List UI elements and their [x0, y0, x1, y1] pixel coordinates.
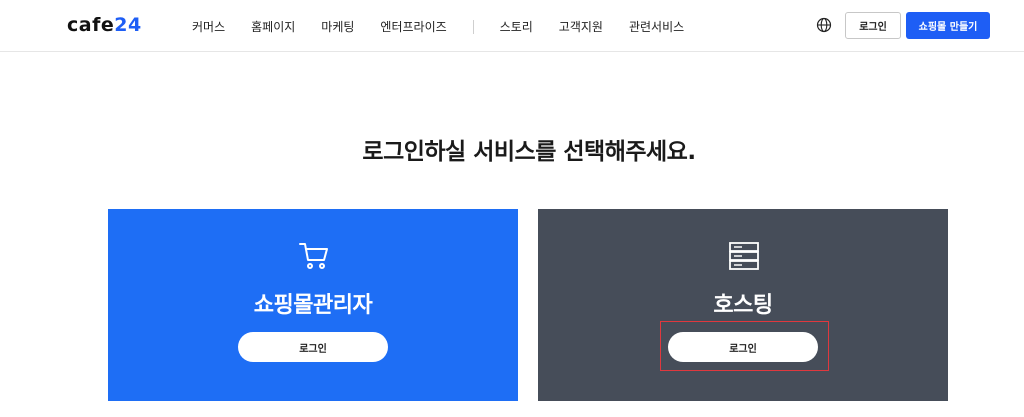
nav-item-homepage[interactable]: 홈페이지 — [251, 18, 295, 35]
shop-admin-title: 쇼핑몰관리자 — [253, 293, 373, 318]
nav-item-enterprise[interactable]: 엔터프라이즈 — [380, 18, 446, 35]
nav-item-commerce[interactable]: 커머스 — [192, 18, 225, 35]
nav-item-related-services[interactable]: 관련서비스 — [629, 18, 684, 35]
hosting-login-button[interactable]: 로그인 — [668, 332, 818, 362]
hosting-title: 호스팅 — [713, 293, 773, 318]
header-login-button[interactable]: 로그인 — [845, 12, 901, 39]
shop-admin-login-button[interactable]: 로그인 — [238, 332, 388, 362]
hosting-card: 호스팅 로그인 — [538, 209, 948, 401]
server-icon — [729, 242, 759, 270]
make-shop-button[interactable]: 쇼핑몰 만들기 — [906, 12, 990, 39]
page-title: 로그인하실 서비스를 선택해주세요. — [362, 139, 696, 165]
nav-divider — [472, 19, 474, 34]
top-header: cafe24 커머스 홈페이지 마케팅 엔터프라이즈 스토리 고객지원 관련서비… — [0, 0, 1024, 52]
nav-item-story[interactable]: 스토리 — [500, 18, 533, 35]
nav-item-marketing[interactable]: 마케팅 — [321, 18, 354, 35]
cart-icon — [299, 243, 328, 269]
cafe24-logo[interactable]: cafe24 — [67, 14, 142, 36]
main-nav: 커머스 홈페이지 마케팅 엔터프라이즈 스토리 고객지원 관련서비스 — [192, 18, 710, 35]
nav-item-support[interactable]: 고객지원 — [559, 18, 603, 35]
globe-icon[interactable] — [816, 17, 832, 33]
shop-admin-card: 쇼핑몰관리자 로그인 — [108, 209, 518, 401]
